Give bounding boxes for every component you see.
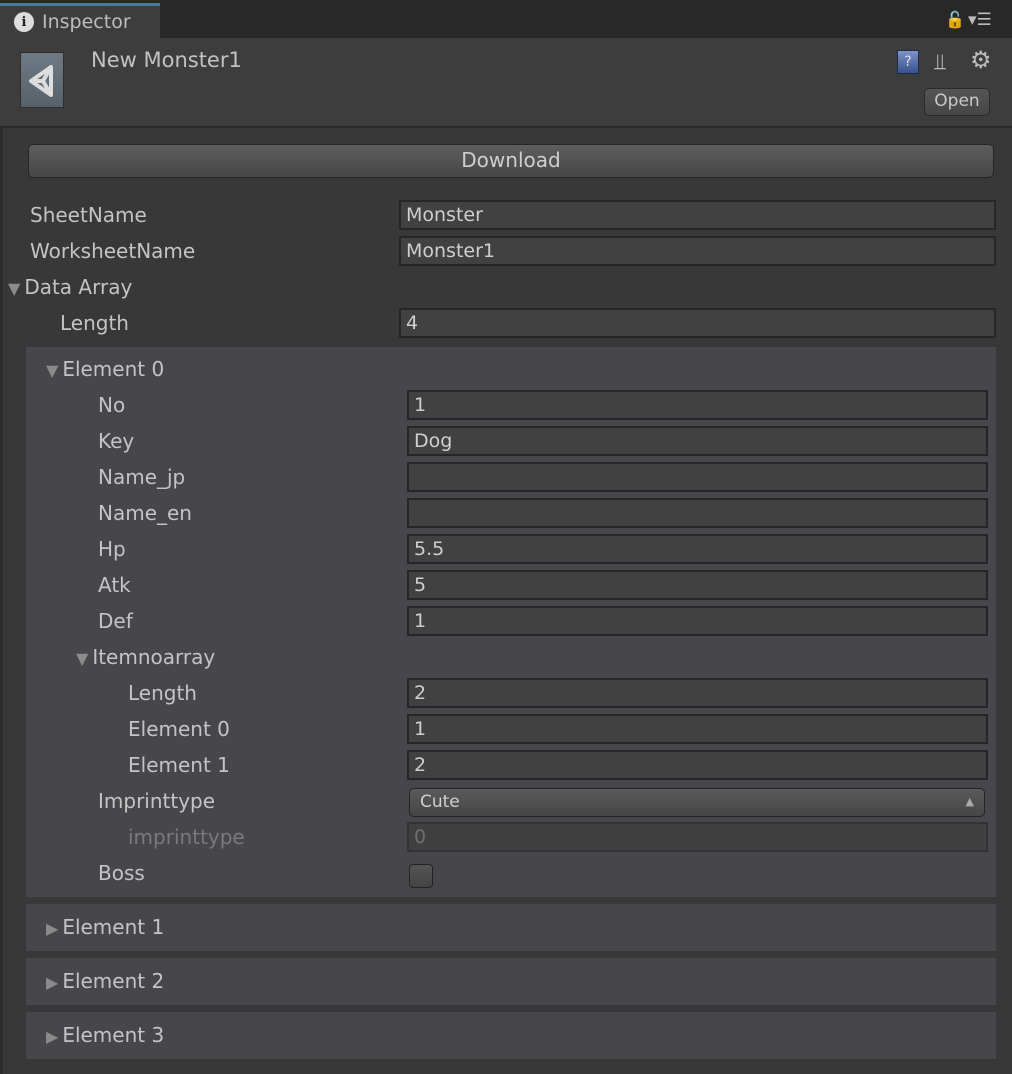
- boss-label: Boss: [98, 861, 145, 885]
- hp-field[interactable]: 5.5: [407, 534, 988, 564]
- length-label: Length: [60, 311, 129, 335]
- imprinttype-label: Imprinttype: [98, 789, 216, 813]
- sheetname-field[interactable]: Monster: [399, 200, 996, 230]
- atk-field[interactable]: 5: [407, 570, 988, 600]
- def-field[interactable]: 1: [407, 606, 988, 636]
- triangle-down-icon: ▼: [46, 361, 59, 380]
- info-icon: i: [14, 12, 34, 32]
- hp-label: Hp: [98, 537, 126, 561]
- itemnoarray-foldout[interactable]: ▼ Itemnoarray: [76, 639, 215, 675]
- element-1-box[interactable]: [26, 904, 996, 951]
- worksheetname-label: WorksheetName: [30, 239, 196, 263]
- download-button[interactable]: Download: [28, 144, 994, 178]
- element-1-foldout[interactable]: ▶ Element 1: [46, 909, 164, 945]
- imprinttype-sub-field: 0: [407, 822, 988, 852]
- element-0-foldout[interactable]: ▼ Element 0: [46, 351, 164, 387]
- itemnoarray-element-0-field[interactable]: 1: [407, 714, 988, 744]
- triangle-right-icon: ▶: [46, 919, 59, 938]
- unity-asset-icon: [20, 52, 64, 108]
- open-button[interactable]: Open: [924, 88, 990, 116]
- no-label: No: [98, 393, 126, 417]
- itemnoarray-length-label: Length: [128, 681, 197, 705]
- data-array-label: Data Array: [24, 275, 133, 299]
- triangle-right-icon: ▶: [46, 973, 59, 992]
- sheetname-label: SheetName: [30, 203, 147, 227]
- name-jp-field[interactable]: [407, 462, 988, 492]
- element-2-foldout[interactable]: ▶ Element 2: [46, 963, 164, 999]
- name-jp-label: Name_jp: [98, 465, 186, 489]
- menu-icon[interactable]: ▾☰: [968, 10, 992, 30]
- triangle-right-icon: ▶: [46, 1027, 59, 1046]
- itemnoarray-element-1-field[interactable]: 2: [407, 750, 988, 780]
- itemnoarray-length-field[interactable]: 2: [407, 678, 988, 708]
- key-label: Key: [98, 429, 135, 453]
- element-1-label: Element 1: [62, 915, 165, 939]
- itemnoarray-element-1-label: Element 1: [128, 753, 230, 777]
- itemnoarray-label: Itemnoarray: [92, 645, 216, 669]
- def-label: Def: [98, 609, 133, 633]
- triangle-down-icon: ▼: [8, 279, 21, 298]
- atk-label: Atk: [98, 573, 131, 597]
- element-2-label: Element 2: [62, 969, 165, 993]
- itemnoarray-element-0-label: Element 0: [128, 717, 230, 741]
- name-en-label: Name_en: [98, 501, 192, 525]
- element-3-label: Element 3: [62, 1023, 165, 1047]
- tab-label: Inspector: [42, 11, 131, 33]
- preset-sliders-icon[interactable]: ⫫: [934, 50, 946, 75]
- element-3-foldout[interactable]: ▶ Element 3: [46, 1017, 164, 1053]
- length-field[interactable]: 4: [399, 308, 996, 338]
- imprinttype-sub-label: imprinttype: [128, 825, 245, 849]
- lock-icon[interactable]: 🔓: [945, 10, 965, 29]
- object-title: New Monster1: [91, 48, 242, 72]
- imprinttype-dropdown[interactable]: Cute▲▼: [409, 788, 985, 834]
- no-field[interactable]: 1: [407, 390, 988, 420]
- element-2-box[interactable]: [26, 958, 996, 1005]
- data-array-foldout[interactable]: ▼ Data Array: [8, 269, 132, 305]
- triangle-down-icon: ▼: [76, 649, 89, 668]
- help-icon[interactable]: ?: [897, 50, 919, 74]
- element-0-label: Element 0: [62, 357, 165, 381]
- element-3-box[interactable]: [26, 1012, 996, 1059]
- worksheetname-field[interactable]: Monster1: [399, 236, 996, 266]
- key-field[interactable]: Dog: [407, 426, 988, 456]
- tab-inspector[interactable]: i Inspector: [0, 3, 160, 38]
- boss-checkbox[interactable]: [409, 864, 433, 888]
- imprinttype-selected: Cute: [420, 792, 460, 812]
- name-en-field[interactable]: [407, 498, 988, 528]
- gear-icon[interactable]: ⚙: [970, 46, 992, 74]
